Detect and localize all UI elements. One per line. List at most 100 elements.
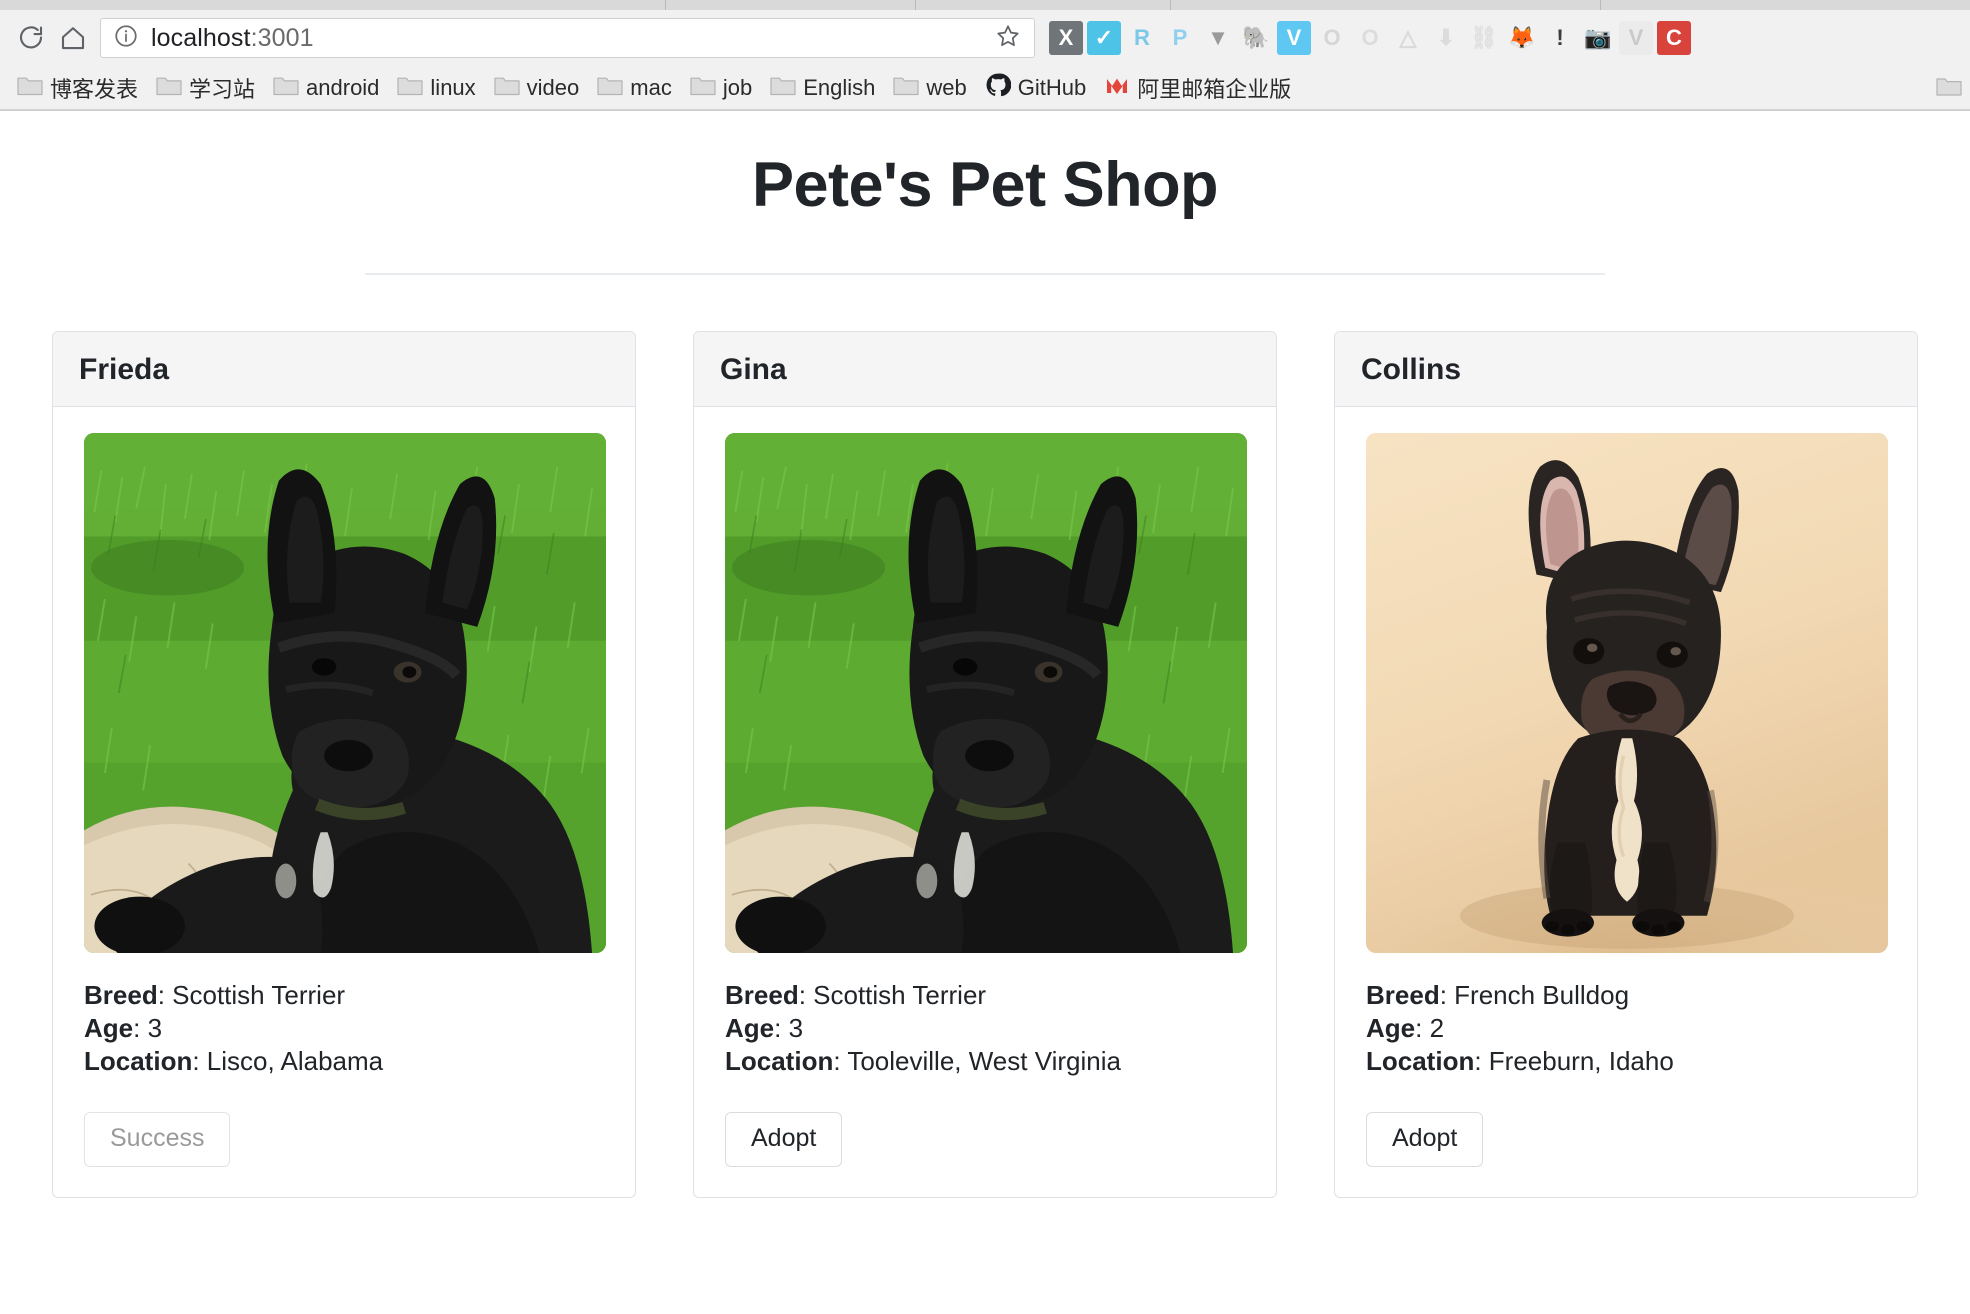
colon: : bbox=[192, 1046, 207, 1077]
tab-strip[interactable] bbox=[0, 0, 1970, 10]
pet-name: Frieda bbox=[79, 353, 170, 386]
folder-icon bbox=[156, 74, 182, 101]
age-label: Age bbox=[84, 1013, 134, 1044]
pet-age-line: Age: 3 bbox=[84, 1012, 604, 1045]
pet-card-header: Gina bbox=[694, 332, 1276, 407]
title-divider bbox=[365, 273, 1605, 275]
bookmark-[interactable]: 学习站 bbox=[147, 68, 264, 108]
vue-devtools-extension-icon[interactable]: V bbox=[1619, 21, 1653, 55]
folder-icon bbox=[273, 74, 299, 101]
checkmark-extension-icon[interactable]: ✓ bbox=[1087, 21, 1121, 55]
pet-attributes: Breed: Scottish Terrier Age: 3 Location: T… bbox=[725, 979, 1245, 1078]
screenshot-camera-extension-icon[interactable]: 📷 bbox=[1581, 21, 1615, 55]
reload-icon[interactable] bbox=[10, 17, 52, 59]
folder-icon bbox=[397, 74, 424, 101]
evernote-extension-icon[interactable]: 🐘 bbox=[1239, 21, 1273, 55]
pocket-shield-extension-icon[interactable]: ▼ bbox=[1201, 21, 1235, 55]
location-label: Location bbox=[1366, 1046, 1475, 1077]
home-icon[interactable] bbox=[52, 17, 94, 59]
page-content: Pete's Pet Shop Frieda Breed: Scottish Te… bbox=[0, 111, 1970, 1314]
bookmark-english[interactable]: English bbox=[761, 70, 884, 105]
colon: : bbox=[1439, 980, 1455, 1010]
sitemap-extension-icon[interactable]: ⛓ bbox=[1467, 21, 1501, 55]
bookmark-mac[interactable]: mac bbox=[588, 70, 681, 105]
adopt-button[interactable]: Adopt bbox=[725, 1112, 843, 1167]
adopt-button[interactable]: Success bbox=[84, 1112, 231, 1167]
bookmark-video[interactable]: video bbox=[485, 70, 589, 105]
bookmark-github[interactable]: GitHub bbox=[976, 68, 1095, 107]
pet-location-line: Location: Tooleville, West Virginia bbox=[725, 1045, 1245, 1078]
c-extension-icon[interactable]: C bbox=[1657, 21, 1691, 55]
github-icon bbox=[985, 72, 1012, 103]
opera-extension-icon[interactable]: O bbox=[1315, 21, 1349, 55]
location-label: Location bbox=[84, 1046, 193, 1077]
pet-location-line: Location: Lisco, Alabama bbox=[84, 1045, 604, 1078]
url-host: localhost bbox=[151, 23, 251, 52]
breed-value: Scottish Terrier bbox=[172, 980, 346, 1010]
colon: : bbox=[1474, 1046, 1489, 1077]
pet-name: Collins bbox=[1361, 353, 1462, 386]
breed-value: Scottish Terrier bbox=[813, 980, 987, 1010]
pet-card: Gina Breed: Scottish Terrier Age: 3 Locatio… bbox=[693, 331, 1277, 1198]
pet-breed-line: Breed: French Bulldog bbox=[1366, 979, 1886, 1012]
scottish-terrier-photo bbox=[725, 433, 1247, 953]
pet-card-grid: Frieda Breed: Scottish Terrier Age: 3 Locat… bbox=[52, 331, 1918, 1198]
breed-label: Breed bbox=[84, 980, 158, 1010]
bookmark-[interactable]: 阿里邮箱企业版 bbox=[1095, 68, 1300, 108]
fox-extension-icon[interactable]: 🦊 bbox=[1505, 21, 1539, 55]
adopt-button[interactable]: Adopt bbox=[1366, 1112, 1484, 1167]
colon: : bbox=[833, 1046, 848, 1077]
bookmarks-overflow-icon[interactable] bbox=[1936, 74, 1962, 101]
pocket-p-extension-icon[interactable]: P bbox=[1163, 21, 1197, 55]
site-info-icon[interactable] bbox=[113, 23, 139, 54]
colon: : bbox=[774, 1013, 789, 1044]
bookmark-label: GitHub bbox=[1017, 74, 1087, 100]
colon: : bbox=[798, 980, 814, 1010]
pet-age-line: Age: 3 bbox=[725, 1012, 1245, 1045]
bookmark-star-icon[interactable] bbox=[994, 22, 1022, 55]
vimeo-extension-icon[interactable]: V bbox=[1277, 21, 1311, 55]
url-text[interactable]: localhost:3001 bbox=[151, 24, 994, 53]
bookmark-label: web bbox=[926, 74, 967, 100]
omnibox[interactable]: localhost:3001 bbox=[100, 18, 1035, 58]
drive-extension-icon[interactable]: △ bbox=[1391, 21, 1425, 55]
age-value: 3 bbox=[147, 1013, 163, 1044]
bookmark-label: 阿里邮箱企业版 bbox=[1137, 76, 1292, 102]
colon: : bbox=[1415, 1013, 1430, 1044]
pet-name: Gina bbox=[720, 353, 787, 386]
browser-toolbar: localhost:3001 X ✓ R P ▼ 🐘 V O O △ ⬇ ⛓ 🦊! 📷 V C bbox=[0, 10, 1970, 66]
breed-label: Breed bbox=[1366, 980, 1440, 1010]
pet-card-body: Breed: French Bulldog Age: 2 Location: Fre… bbox=[1335, 407, 1917, 1197]
colon: : bbox=[133, 1013, 148, 1044]
folder-icon bbox=[770, 74, 796, 101]
pet-card-header: Collins bbox=[1335, 332, 1917, 407]
url-port: :3001 bbox=[250, 23, 314, 52]
download-extension-icon[interactable]: ⬇ bbox=[1429, 21, 1463, 55]
bookmark-label: linux bbox=[430, 74, 476, 100]
tab-separator bbox=[1600, 0, 1601, 10]
bookmark-android[interactable]: android bbox=[264, 70, 388, 105]
onepassword-extension-icon[interactable]: ! bbox=[1543, 21, 1577, 55]
bookmark-web[interactable]: web bbox=[884, 70, 975, 105]
french-bulldog-photo bbox=[1366, 433, 1888, 953]
tab-separator bbox=[915, 0, 916, 10]
bookmark-[interactable]: 博客发表 bbox=[8, 68, 147, 108]
location-value: Lisco, Alabama bbox=[206, 1046, 384, 1077]
folder-icon bbox=[17, 74, 43, 101]
bookmark-linux[interactable]: linux bbox=[388, 70, 484, 105]
tab-separator bbox=[1170, 0, 1171, 10]
pet-card-body: Breed: Scottish Terrier Age: 3 Location: L… bbox=[53, 407, 635, 1197]
folder-icon bbox=[597, 74, 623, 101]
pet-card: Frieda Breed: Scottish Terrier Age: 3 Locat… bbox=[52, 331, 636, 1198]
colon: : bbox=[157, 980, 173, 1010]
bookmark-label: android bbox=[306, 74, 380, 100]
folder-icon bbox=[690, 74, 716, 101]
ring-extension-icon[interactable]: O bbox=[1353, 21, 1387, 55]
pet-card: Collins Breed: French Bulldog Age: 2 Locati… bbox=[1334, 331, 1918, 1198]
location-value: Freeburn, Idaho bbox=[1488, 1046, 1674, 1077]
x-extension-icon[interactable]: X bbox=[1049, 21, 1083, 55]
robot-extension-icon[interactable]: R bbox=[1125, 21, 1159, 55]
bookmark-label: English bbox=[803, 74, 876, 100]
bookmark-job[interactable]: job bbox=[681, 70, 761, 105]
age-label: Age bbox=[1366, 1013, 1416, 1044]
